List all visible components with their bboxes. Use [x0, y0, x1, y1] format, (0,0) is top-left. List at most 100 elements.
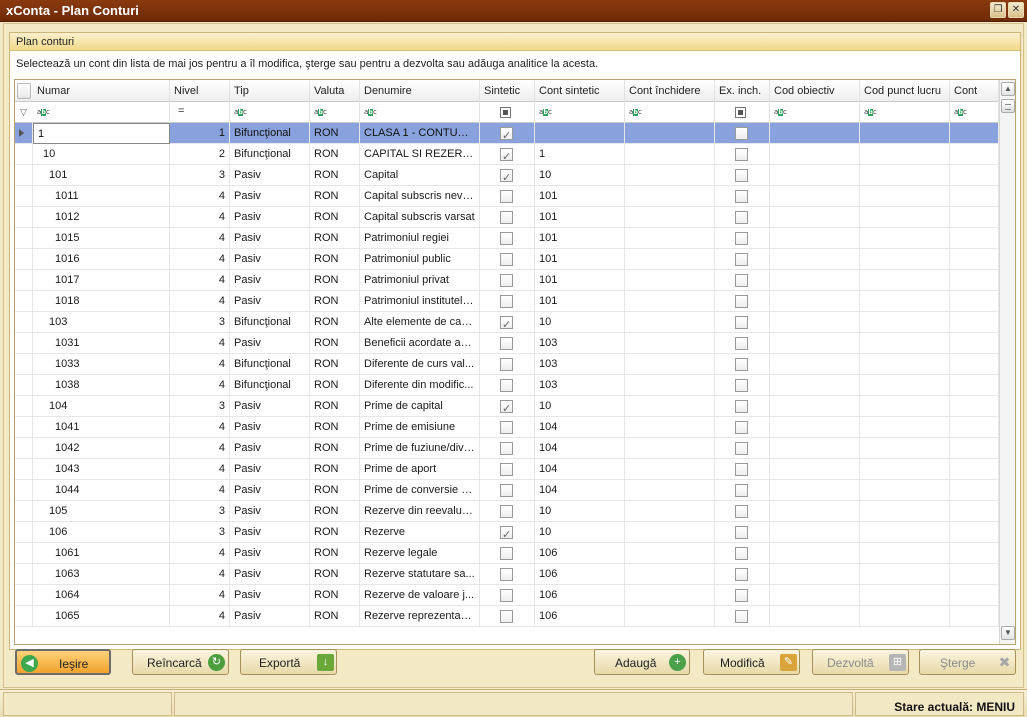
row-indicator[interactable] [15, 585, 33, 606]
scroll-down-icon[interactable]: ▼ [1001, 626, 1015, 640]
ex-inch-cell[interactable] [715, 480, 770, 501]
ex-inch-cell[interactable] [715, 543, 770, 564]
nivel-cell[interactable]: 1 [170, 123, 230, 144]
table-row[interactable]: 105 3 Pasiv RON Rezerve din reevaluare 10 [15, 501, 999, 522]
cont-grup-cell[interactable] [950, 417, 999, 438]
sintetic-cell[interactable] [480, 417, 535, 438]
sintetic-cell[interactable] [480, 333, 535, 354]
cont-sintetic-cell[interactable]: 10 [535, 165, 625, 186]
tip-cell[interactable]: Bifuncţional [230, 354, 310, 375]
table-row[interactable]: 1015 4 Pasiv RON Patrimoniul regiei 101 [15, 228, 999, 249]
row-indicator[interactable] [15, 459, 33, 480]
ex-inch-checkbox[interactable] [735, 274, 748, 287]
numar-header[interactable]: Numar [33, 80, 170, 102]
row-indicator[interactable] [15, 606, 33, 627]
ex-inch-cell[interactable] [715, 186, 770, 207]
denumire-cell[interactable]: Rezerve din reevaluare [360, 501, 480, 522]
cont-inchidere-cell[interactable] [625, 207, 715, 228]
sintetic-cell[interactable] [480, 144, 535, 165]
ex-inch-cell[interactable] [715, 144, 770, 165]
cont-sintetic-cell[interactable]: 101 [535, 228, 625, 249]
row-indicator[interactable] [15, 270, 33, 291]
table-row[interactable]: 1031 4 Pasiv RON Beneficii acordate an... 103 [15, 333, 999, 354]
ex-inch-checkbox[interactable] [735, 190, 748, 203]
row-indicator[interactable] [15, 228, 33, 249]
numar-cell[interactable]: 1 [33, 123, 170, 144]
table-row[interactable]: 1043PasivRONPrime de capital 10 [15, 396, 999, 417]
cont-grup-cell[interactable] [950, 270, 999, 291]
cont-sintetic-cell[interactable]: 10 [535, 312, 625, 333]
table-row[interactable]: 102BifuncţionalRONCAPITAL SI REZERVE 1 [15, 144, 999, 165]
ex-inch-cell[interactable] [715, 417, 770, 438]
valuta-cell[interactable]: RON [310, 501, 360, 522]
row-indicator[interactable] [15, 207, 33, 228]
cod-punct-cell[interactable] [860, 480, 950, 501]
cont-inchidere-cell[interactable] [625, 564, 715, 585]
tip-cell[interactable]: Pasiv [230, 480, 310, 501]
nivel-cell[interactable]: 4 [170, 207, 230, 228]
cod-punct-cell[interactable] [860, 459, 950, 480]
valuta-cell[interactable]: RON [310, 438, 360, 459]
tip-cell[interactable]: Pasiv [230, 501, 310, 522]
denumire-header[interactable]: Denumire [360, 80, 480, 102]
cod-obiectiv-header[interactable]: Cod obiectiv [770, 80, 860, 102]
cont-sintetic-cell[interactable]: 101 [535, 186, 625, 207]
ex-inch-checkbox[interactable] [735, 148, 748, 161]
ex-inch-cell[interactable] [715, 501, 770, 522]
cont-sintetic-cell[interactable]: 101 [535, 207, 625, 228]
cod-obiectiv-cell[interactable] [770, 333, 860, 354]
sintetic-header[interactable]: Sintetic [480, 80, 535, 102]
cont-sintetic-cell[interactable]: 101 [535, 291, 625, 312]
sintetic-checkbox[interactable] [500, 568, 513, 581]
filter-cell[interactable]: abc [535, 102, 625, 123]
denumire-cell[interactable]: Capital subscris neva... [360, 186, 480, 207]
sintetic-cell[interactable] [480, 165, 535, 186]
cod-punct-cell[interactable] [860, 375, 950, 396]
sintetic-cell[interactable] [480, 396, 535, 417]
cod-punct-lucru-header[interactable]: Cod punct lucru [860, 80, 950, 102]
cont-inchidere-cell[interactable] [625, 354, 715, 375]
cod-obiectiv-cell[interactable] [770, 501, 860, 522]
cod-punct-cell[interactable] [860, 396, 950, 417]
sintetic-checkbox[interactable] [500, 274, 513, 287]
nivel-cell[interactable]: 4 [170, 333, 230, 354]
ex-inch-checkbox[interactable] [735, 295, 748, 308]
ex-inch-checkbox[interactable] [735, 568, 748, 581]
valuta-cell[interactable]: RON [310, 186, 360, 207]
sintetic-checkbox[interactable] [500, 190, 513, 203]
valuta-cell[interactable]: RON [310, 396, 360, 417]
ex-inch-cell[interactable] [715, 438, 770, 459]
tip-cell[interactable]: Pasiv [230, 165, 310, 186]
table-row[interactable]: 1012 4 Pasiv RON Capital subscris varsat 101 [15, 207, 999, 228]
nivel-cell[interactable]: 4 [170, 291, 230, 312]
row-indicator[interactable] [15, 354, 33, 375]
valuta-cell[interactable]: RON [310, 144, 360, 165]
tip-cell[interactable]: Pasiv [230, 270, 310, 291]
cont-inchidere-cell[interactable] [625, 228, 715, 249]
cod-punct-cell[interactable] [860, 144, 950, 165]
denumire-cell[interactable]: Patrimoniul public [360, 249, 480, 270]
cod-punct-cell[interactable] [860, 249, 950, 270]
sintetic-checkbox[interactable] [500, 442, 513, 455]
ex-inch-checkbox[interactable] [735, 484, 748, 497]
sintetic-checkbox[interactable] [500, 484, 513, 497]
tip-cell[interactable]: Pasiv [230, 207, 310, 228]
ex-inch-checkbox[interactable] [735, 463, 748, 476]
row-indicator[interactable] [15, 375, 33, 396]
cont-grup-cell[interactable] [950, 459, 999, 480]
row-indicator[interactable] [15, 396, 33, 417]
numar-cell[interactable]: 1011 [33, 186, 170, 207]
nivel-cell[interactable]: 3 [170, 501, 230, 522]
cont-grup-cell[interactable] [950, 501, 999, 522]
cod-punct-cell[interactable] [860, 270, 950, 291]
accounts-grid[interactable]: Numar Nivel Tip Valuta Denumire Sintetic Cont … [14, 79, 1016, 645]
sintetic-cell[interactable] [480, 564, 535, 585]
cont-sintetic-cell[interactable]: 103 [535, 333, 625, 354]
ex-inch-checkbox[interactable] [735, 253, 748, 266]
numar-cell[interactable]: 1044 [33, 480, 170, 501]
cod-punct-cell[interactable] [860, 312, 950, 333]
table-row[interactable]: 1 1 Bifuncţional RON CLASA 1 - CONTURI... [15, 123, 999, 144]
valuta-cell[interactable]: RON [310, 228, 360, 249]
table-row[interactable]: 1043 4 Pasiv RON Prime de aport 104 [15, 459, 999, 480]
cont-grup-cell[interactable] [950, 396, 999, 417]
